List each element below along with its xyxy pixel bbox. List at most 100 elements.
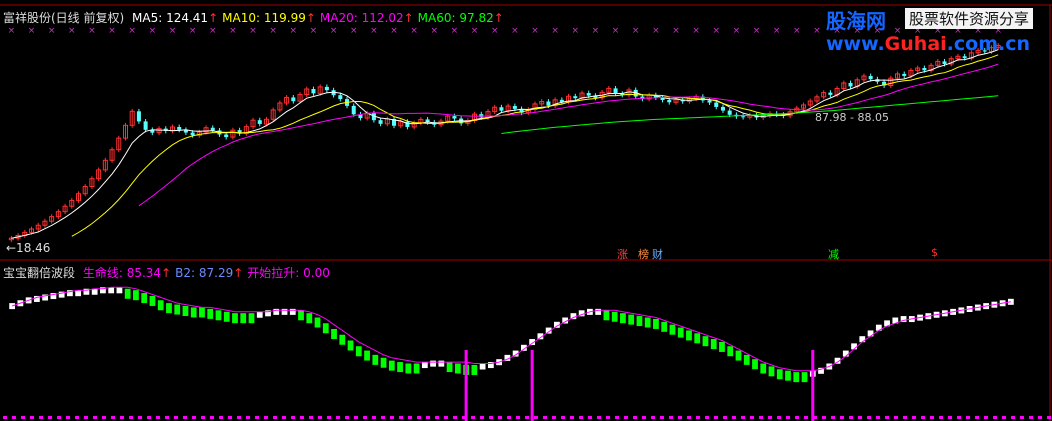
wave-indicator-label-2: 开始拉升: [247,266,304,280]
baseline-dot [534,416,538,419]
ma-indicator-1: MA10: 119.99↑ [222,11,316,25]
ma-indicators: MA5: 124.41↑ MA10: 119.99↑ MA20: 112.02↑ MA… [132,11,508,25]
signal-mark-icon: × [813,26,821,36]
baseline-dot [282,416,286,419]
wave-bar [75,290,82,297]
baseline-dot [1029,416,1033,419]
wave-indicator-0: 生命线: 85.34↑ [83,266,171,280]
baseline-dot [993,416,997,419]
baseline-dot [588,416,592,419]
baseline-dot [471,416,475,419]
signal-mark-icon: × [149,26,157,36]
event-badge[interactable]: 榜 [638,246,649,262]
baseline-dot [381,416,385,419]
candle-body [613,88,618,94]
baseline-dot [237,416,241,419]
baseline-dot [210,416,214,419]
baseline-dot [507,416,511,419]
baseline-dot [165,416,169,419]
signal-mark-icon: × [249,26,257,36]
signal-mark-icon: × [471,26,479,36]
baseline-dot [624,416,628,419]
ma-indicator-0: MA5: 124.41↑ [132,11,218,25]
wave-bar [124,288,131,299]
signal-mark-icon: × [592,26,600,36]
candle-body [714,102,719,107]
baseline-dot [300,416,304,419]
up-arrow-icon: ↑ [493,11,504,25]
up-arrow-icon: ↑ [208,11,219,25]
wave-bar [207,308,214,319]
baseline-dot [804,416,808,419]
baseline-dot [930,416,934,419]
watermark-slogan: 股票软件资源分享 [905,8,1034,29]
wave-bar [710,339,717,350]
baseline-dot [516,416,520,419]
signal-mark-icon: × [753,26,761,36]
baseline-dot [102,416,106,419]
candle-body [452,116,457,119]
wave-bar [760,363,767,374]
baseline-dot [318,416,322,419]
candle-body [512,106,517,109]
up-arrow-icon: ↑ [161,266,172,280]
wave-bar [133,290,139,301]
event-badge[interactable]: $ [931,246,938,259]
baseline-dot [741,416,745,419]
baseline-dot [921,416,925,419]
wave-bar [364,350,370,361]
wave-bar [686,330,692,341]
baseline-dot [291,416,295,419]
lift-signal-bar [530,350,534,421]
baseline-dot [3,416,7,419]
candle-body [499,107,504,111]
candle-body [828,92,833,95]
wave-indicator-1: B2: 87.29↑ [175,266,243,280]
candle-body [573,96,578,99]
baseline-dot [858,416,862,419]
baseline-dot [1020,416,1024,419]
baseline-dot [750,416,754,419]
wave-bar [620,313,626,324]
ma-indicator-value-1: 119.99 [263,11,306,25]
wave-bar [141,293,148,304]
wave-indicator-value-0: 85.34 [126,266,162,280]
baseline-dot [894,416,898,419]
wave-bar [438,360,445,367]
candle-body [868,76,873,80]
baseline-dot [48,416,52,419]
candle-body [922,68,927,71]
signal-mark-icon: × [692,26,700,36]
event-badge[interactable]: 减 [828,246,839,262]
wave-bar [859,336,866,343]
wave-bar [166,303,172,314]
baseline-dot [552,416,556,419]
baseline-dot [714,416,718,419]
event-badge[interactable]: 财 [652,246,663,262]
baseline-dot [957,416,961,419]
baseline-dot [129,416,133,419]
up-arrow-icon: ↑ [305,11,316,25]
kline-chart[interactable]: × × × × × × × × × × × × × × × × × × × × × × × × × × × × × × × × × × × × × × × ×… [0,0,1052,421]
wave-bar [661,321,668,332]
signal-mark-icon: × [8,26,16,36]
candle-body [741,116,746,118]
wave-bar [768,366,775,377]
wave-bar [108,287,115,294]
baseline-dot [633,416,637,419]
baseline-dot [840,416,844,419]
wave-bar [405,363,412,374]
event-badge[interactable]: 涨 [617,246,628,262]
candle-body [667,99,672,103]
wave-bar [752,359,758,370]
signal-mark-icon: × [169,26,177,36]
baseline-dot [777,416,781,419]
signal-mark-icon: × [229,26,237,36]
baseline-dot [1047,416,1051,419]
baseline-dot [678,416,682,419]
candle-body [848,82,853,87]
baseline-dot [192,416,196,419]
candle-body [291,97,296,102]
candle-body [257,120,262,124]
baseline-dot [867,416,871,419]
